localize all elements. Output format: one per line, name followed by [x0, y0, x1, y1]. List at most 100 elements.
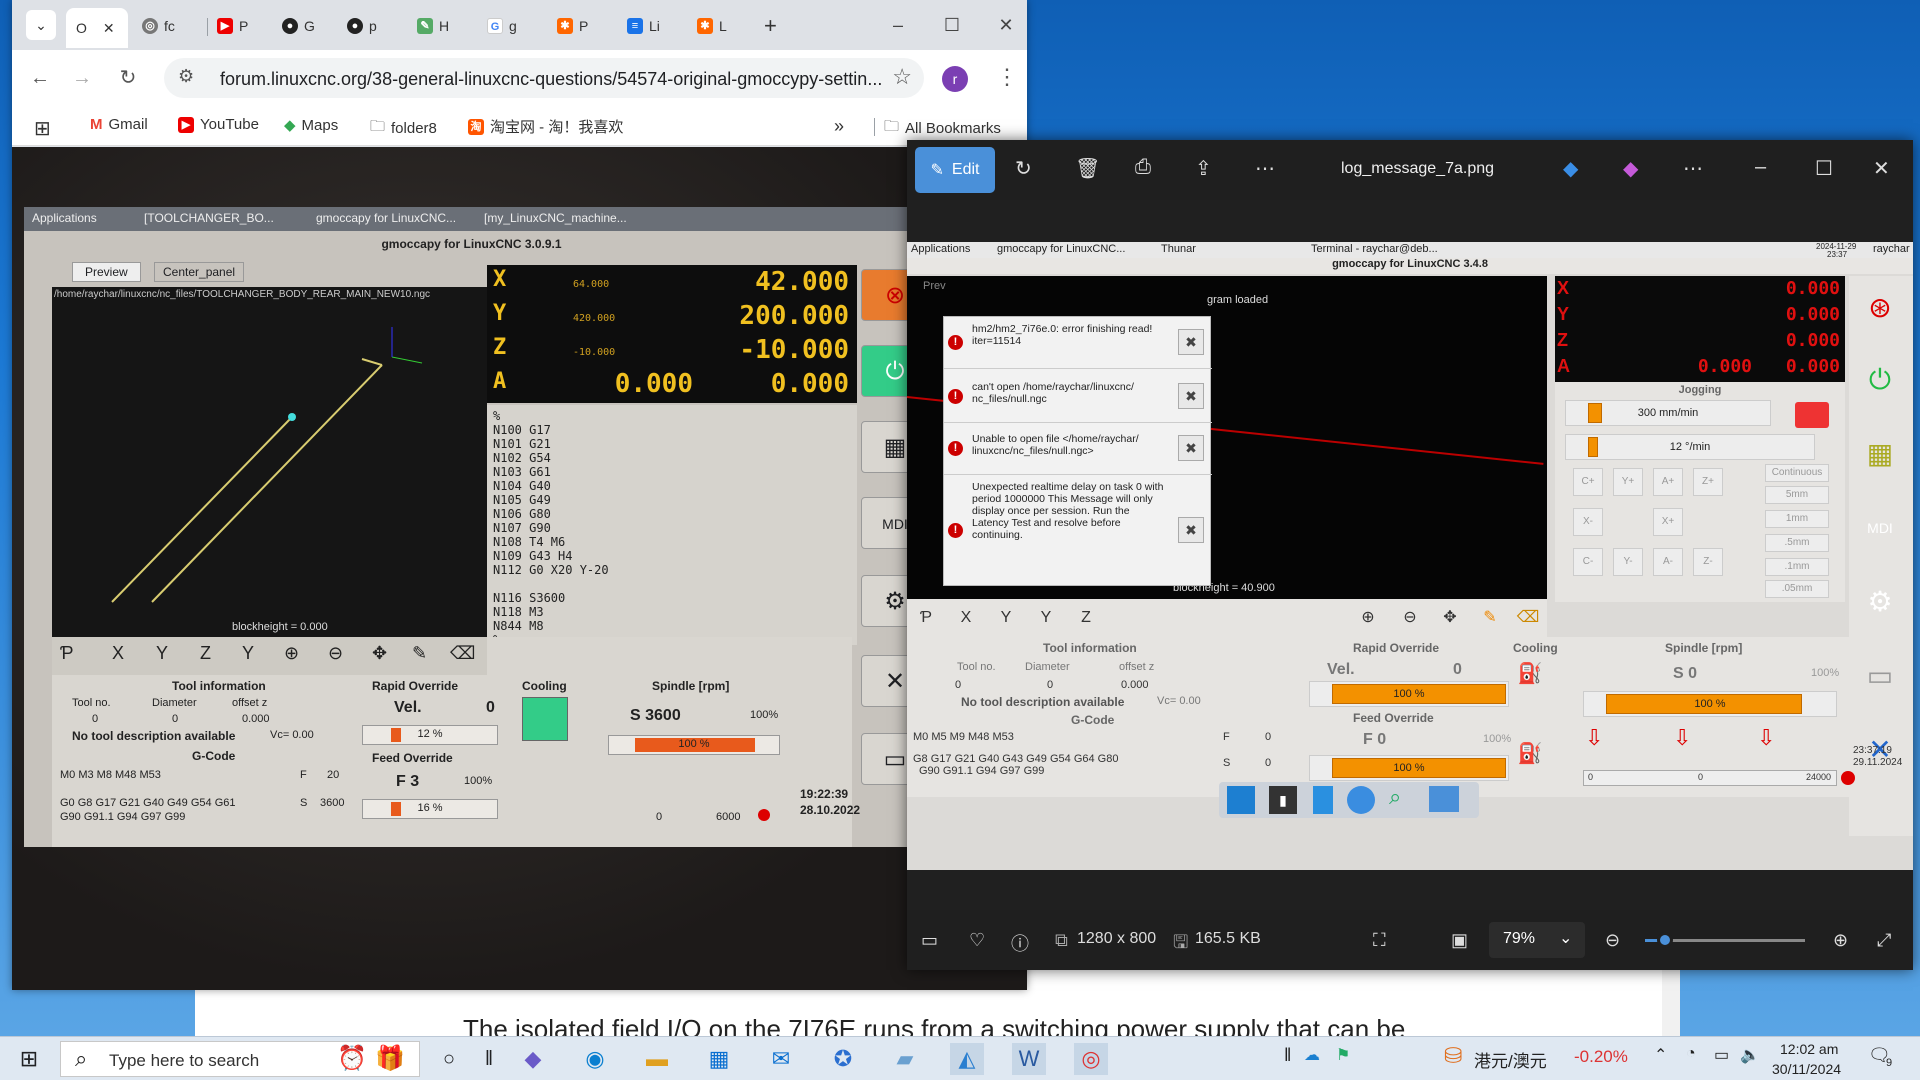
crop-icon[interactable]: ⛶: [1373, 930, 1386, 951]
close-window-button[interactable]: ✕: [1873, 156, 1890, 181]
wifi-icon[interactable]: ◔: [1686, 1045, 1696, 1063]
bookmark-maps[interactable]: ◆ Maps: [284, 116, 338, 135]
filmstrip-icon[interactable]: ▭: [921, 930, 938, 951]
dro-row-y: Y 420.000 200.000: [493, 301, 849, 331]
currency-pair[interactable]: 港元/澳元: [1474, 1047, 1547, 1072]
url-text[interactable]: forum.linuxcnc.org/38-general-linuxcnc-q…: [220, 69, 882, 90]
maximize-button[interactable]: ☐: [1815, 156, 1833, 181]
close-icon[interactable]: ✕: [103, 20, 115, 37]
start-button[interactable]: ⊞: [12, 1043, 46, 1075]
close-window-button[interactable]: ✕: [986, 10, 1026, 40]
share-icon[interactable]: ⇪: [1195, 156, 1212, 181]
fullscreen-icon[interactable]: ⤢: [1877, 930, 1891, 951]
chevron-up-icon[interactable]: ⌃: [1654, 1045, 1667, 1065]
menu-kebab-icon[interactable]: ⋮: [996, 64, 1018, 90]
chrome-toolbar: ← → ↻ ⚙ forum.linuxcnc.org/38-general-li…: [12, 50, 1027, 106]
word-icon[interactable]: W: [1012, 1043, 1046, 1075]
maximize-button[interactable]: ☐: [932, 10, 972, 40]
dro-row-x: X 64.000 42.000: [493, 267, 849, 297]
minimize-button[interactable]: –: [1755, 156, 1766, 179]
dismiss-button[interactable]: ✖: [1178, 435, 1204, 461]
favorite-heart-icon[interactable]: ♡: [969, 930, 985, 951]
file-explorer-icon[interactable]: ▬: [640, 1043, 674, 1075]
dismiss-button[interactable]: ✖: [1178, 329, 1204, 355]
outlook-icon[interactable]: ✉: [764, 1043, 798, 1075]
photos-app-window: ✎ Edit ↻ 🗑 ⎙ ⇪ ⋯ log_message_7a.png ◆ ◆ ⋯…: [907, 140, 1913, 970]
forward-button[interactable]: →: [68, 64, 96, 92]
error-message: ! Unable to open file </home/raychar/ lin…: [944, 423, 1212, 475]
address-bar[interactable]: ⚙ forum.linuxcnc.org/38-general-linuxcnc…: [164, 58, 924, 98]
tab-active[interactable]: O ✕: [66, 8, 128, 48]
battery-icon[interactable]: ▭: [1714, 1045, 1729, 1065]
feather-icon: ✎: [417, 18, 433, 34]
new-tab-button[interactable]: +: [764, 10, 777, 42]
zoom-in-icon[interactable]: ⊕: [1833, 930, 1848, 951]
app-icon-2[interactable]: ▰: [888, 1043, 922, 1075]
task-view-icon[interactable]: ○: [432, 1043, 466, 1075]
tray-app-icon[interactable]: ⚑: [1336, 1045, 1350, 1065]
more-options-icon[interactable]: ⋯: [1683, 156, 1703, 181]
bookmark-gmail[interactable]: M Gmail: [90, 116, 148, 133]
dismiss-button[interactable]: ✖: [1178, 383, 1204, 409]
rapid-override-slider: 100 %: [1309, 681, 1509, 707]
tab-3[interactable]: ● G: [282, 10, 315, 42]
tab-1[interactable]: ◎ fc: [142, 10, 175, 42]
bookmark-taobao[interactable]: 淘淘宝网 - 淘！我喜欢: [468, 116, 623, 137]
currency-widget-icon[interactable]: ⛁: [1444, 1043, 1462, 1069]
broom-icon: ⌫: [1516, 609, 1540, 626]
tab-8[interactable]: ≡ Li: [627, 10, 660, 42]
zoom-slider[interactable]: [1645, 932, 1805, 948]
view-y2-icon: Y: [1040, 609, 1052, 626]
designer-icon[interactable]: ◆: [1563, 156, 1578, 181]
page-content: Applications [TOOLCHANGER_BO... gmoccapy…: [12, 147, 1027, 990]
zoom-out-icon[interactable]: ⊖: [1605, 930, 1620, 951]
photos-icon[interactable]: ◭: [950, 1043, 984, 1075]
tab-2[interactable]: ▶ P: [217, 10, 248, 42]
scrollbar[interactable]: [1662, 960, 1680, 1036]
taskbar-search[interactable]: ⌕ Type here to search ⏰ 🎁: [60, 1041, 420, 1077]
site-info-icon[interactable]: ⚙: [178, 66, 194, 87]
zoom-dropdown[interactable]: 79% ⌄: [1489, 922, 1585, 958]
copilot-icon[interactable]: ◆: [1623, 156, 1638, 181]
edge-icon[interactable]: ◉: [578, 1043, 612, 1075]
clock-time[interactable]: 12:02 am: [1780, 1041, 1838, 1057]
onedrive-icon[interactable]: ☁: [1304, 1045, 1320, 1065]
rotate-icon[interactable]: ↻: [1015, 156, 1032, 181]
bookmarks-overflow[interactable]: »: [834, 116, 844, 137]
tab-label: fc: [164, 18, 175, 34]
fit-icon[interactable]: ▣: [1451, 930, 1468, 951]
info-icon[interactable]: ⓘ: [1011, 930, 1029, 956]
all-bookmarks[interactable]: 🗀 All Bookmarks: [884, 116, 1001, 141]
print-icon[interactable]: ⎙: [1135, 156, 1151, 179]
tab-4[interactable]: ● p: [347, 10, 377, 42]
tab-5[interactable]: ✎ H: [417, 10, 449, 42]
edit-button[interactable]: ✎ Edit: [915, 147, 995, 193]
zoom-slider-thumb[interactable]: [1657, 932, 1673, 948]
apps-grid-icon[interactable]: ⊞: [34, 116, 51, 141]
bookmark-folder8[interactable]: 🗀 folder8: [370, 116, 437, 141]
tab-9[interactable]: ✱ L: [697, 10, 727, 42]
back-button[interactable]: ←: [26, 64, 54, 92]
tab-search-button[interactable]: ⌄: [26, 10, 56, 40]
bookmark-youtube[interactable]: ▶ YouTube: [178, 116, 259, 133]
bottom-panel: Ƥ X Y Z Y ⊕ ⊖ ✥ ✎ ⌫ Tool information Too…: [52, 637, 860, 847]
chrome-icon[interactable]: ◎: [1074, 1043, 1108, 1075]
browser-icon: [1347, 786, 1375, 814]
widgets-icon[interactable]: ‖: [472, 1043, 506, 1075]
minimize-button[interactable]: –: [878, 10, 918, 40]
profile-avatar[interactable]: r: [942, 66, 968, 92]
clock-date[interactable]: 30/11/2024: [1772, 1061, 1841, 1077]
reload-button[interactable]: ↻: [114, 64, 142, 92]
tab-7[interactable]: ✱ P: [557, 10, 588, 42]
maps-pin-icon: ◆: [284, 117, 296, 134]
dismiss-button[interactable]: ✖: [1178, 517, 1204, 543]
store-icon[interactable]: ▦: [702, 1043, 736, 1075]
app-icon[interactable]: ✪: [826, 1043, 860, 1075]
inner-title: gmoccapy for LinuxCNC 3.4.8: [907, 258, 1913, 274]
tab-6[interactable]: Gg: [487, 10, 517, 42]
copilot-icon[interactable]: ◆: [516, 1043, 550, 1075]
delete-icon[interactable]: 🗑: [1075, 156, 1100, 181]
volume-icon[interactable]: 🔈: [1740, 1045, 1760, 1065]
more-icon[interactable]: ⋯: [1255, 156, 1275, 181]
bookmark-star-icon[interactable]: ☆: [892, 64, 912, 90]
